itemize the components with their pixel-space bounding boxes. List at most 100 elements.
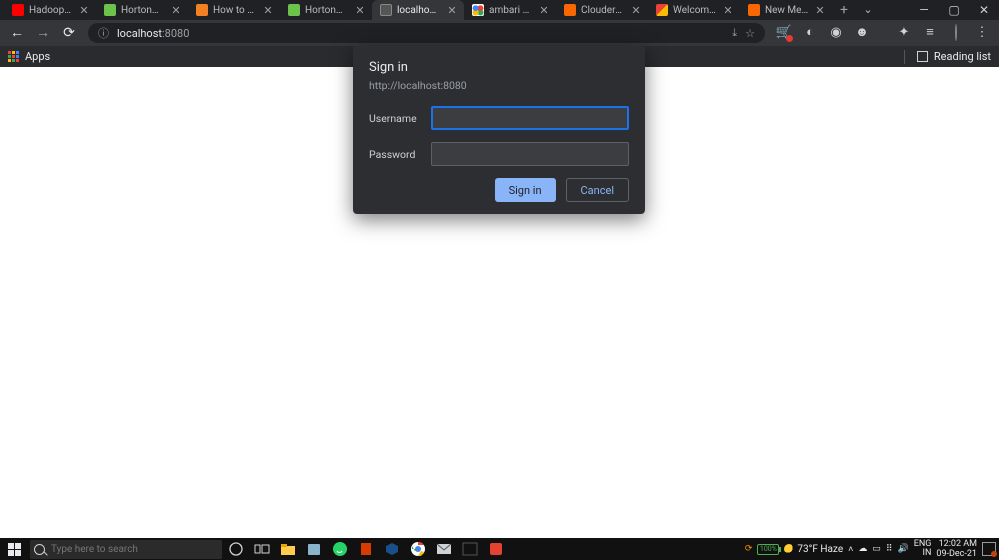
windows-taskbar: ⟳ 100% 73°F Haze ˄ ☁ ▭ ⠿ 🔊 ENG IN 12:02 …	[0, 538, 999, 560]
taskbar-app-office[interactable]	[354, 540, 378, 558]
chrome-menu-button[interactable]: ⋮	[971, 22, 993, 44]
tab-close-button[interactable]: ✕	[538, 4, 550, 17]
browser-tab[interactable]: How to kill a process ✕	[188, 0, 280, 20]
tab-title: How to kill a process	[213, 5, 257, 16]
tab-close-button[interactable]: ✕	[170, 4, 182, 17]
tray-updates-icon[interactable]: ⟳	[745, 544, 753, 554]
tray-wifi-icon[interactable]: ⠿	[886, 544, 893, 554]
username-input[interactable]	[431, 106, 629, 130]
tab-favicon-icon	[104, 4, 116, 16]
browser-tab[interactable]: Hortonworks ✕	[280, 0, 372, 20]
install-app-icon[interactable]: ⤓	[732, 26, 737, 40]
http-auth-dialog: Sign in http://localhost:8080 Username P…	[353, 46, 645, 214]
tabs-overflow-chevron-icon[interactable]: ⌄	[856, 0, 880, 20]
browser-tab[interactable]: New Message ✕	[740, 0, 832, 20]
tab-close-button[interactable]: ✕	[78, 4, 90, 17]
tray-clock-date[interactable]: 09-Dec-21	[936, 549, 977, 559]
dialog-origin: http://localhost:8080	[369, 79, 629, 92]
tab-close-button[interactable]: ✕	[262, 4, 274, 17]
weather-icon	[784, 544, 794, 554]
browser-tab[interactable]: Welcome to Cloudera ✕	[648, 0, 740, 20]
search-icon	[34, 544, 45, 555]
site-info-icon[interactable]: ⓘ	[98, 25, 109, 41]
forward-button[interactable]: →	[32, 22, 54, 44]
reload-button[interactable]: ⟳	[58, 22, 80, 44]
browser-tab[interactable]: localhost:8080 ✕	[372, 0, 464, 20]
extension-shield-icon[interactable]: ◐	[799, 22, 821, 44]
weather-widget[interactable]: 73°F Haze	[784, 544, 843, 555]
browser-tab[interactable]: Hortonworks✕	[96, 0, 188, 20]
reading-list-button[interactable]: Reading list	[934, 50, 991, 63]
windows-logo-icon	[8, 543, 21, 556]
separator	[904, 50, 905, 64]
start-button[interactable]	[2, 540, 26, 558]
tab-title: New Message	[765, 5, 809, 16]
tab-favicon-icon	[196, 4, 208, 16]
signin-button[interactable]: Sign in	[495, 178, 556, 202]
address-bar[interactable]: ⓘ localhost:8080 ⤓ ☆	[88, 23, 765, 43]
tray-volume-icon[interactable]: 🔊	[898, 544, 909, 554]
tab-favicon-icon	[564, 4, 576, 16]
tray-onedrive-icon[interactable]: ☁	[858, 544, 867, 554]
browser-tab[interactable]: Cloudera Registration ✕	[556, 0, 648, 20]
tab-close-button[interactable]: ✕	[722, 4, 734, 17]
window-minimize-button[interactable]: —	[909, 0, 939, 20]
taskbar-app-terminal[interactable]	[458, 540, 482, 558]
reading-list-shortcut-icon[interactable]: ≡	[919, 22, 941, 44]
profile-avatar[interactable]	[945, 22, 967, 44]
tab-close-button[interactable]: ✕	[630, 4, 642, 17]
password-input[interactable]	[431, 142, 629, 166]
taskbar-search-input[interactable]	[51, 544, 216, 555]
taskbar-app-store[interactable]	[302, 540, 326, 558]
cancel-button[interactable]: Cancel	[566, 178, 629, 202]
apps-shortcut[interactable]: Apps	[8, 50, 50, 63]
extension-shopping-icon[interactable]: 🛒	[773, 22, 795, 44]
username-label: Username	[369, 112, 421, 125]
extension-circle-icon[interactable]: ◉	[825, 22, 847, 44]
taskbar-app-explorer[interactable]	[276, 540, 300, 558]
action-center-button[interactable]	[982, 542, 996, 556]
bookmark-star-icon[interactable]: ☆	[745, 27, 755, 40]
taskbar-search[interactable]	[30, 540, 222, 559]
tab-title: ambari GUI not	[489, 5, 533, 16]
toolbar: ← → ⟳ ⓘ localhost:8080 ⤓ ☆ 🛒 ◐ ◉ ☻ ✦ ≡ ⋮	[0, 20, 999, 46]
window-maximize-button[interactable]: ▢	[939, 0, 969, 20]
back-button[interactable]: ←	[6, 22, 28, 44]
tray-clock-time[interactable]: 12:02 AM	[939, 539, 977, 549]
reading-list-icon	[917, 51, 928, 62]
cortana-button[interactable]	[224, 540, 248, 558]
browser-tab[interactable]: ambari GUI not ✕	[464, 0, 556, 20]
tab-favicon-icon	[288, 4, 300, 16]
tray-chevron-icon[interactable]: ˄	[848, 544, 853, 555]
tab-title: localhost:8080	[397, 5, 441, 16]
tab-close-button[interactable]: ✕	[446, 4, 458, 17]
system-tray: ⟳ 100% 73°F Haze ˄ ☁ ▭ ⠿ 🔊 ENG IN 12:02 …	[745, 538, 997, 560]
tab-close-button[interactable]: ✕	[354, 4, 366, 17]
tab-favicon-icon	[12, 4, 24, 16]
window-close-button[interactable]: ✕	[969, 0, 999, 20]
tab-favicon-icon	[380, 4, 392, 16]
tab-title: Welcome to Cloudera	[673, 5, 717, 16]
taskbar-app-vbox[interactable]	[380, 540, 404, 558]
extensions-puzzle-icon[interactable]: ✦	[893, 22, 915, 44]
password-label: Password	[369, 148, 421, 161]
tab-title: Hortonworks	[305, 5, 349, 16]
new-tab-button[interactable]: +	[832, 0, 856, 20]
battery-status[interactable]: 100%	[757, 544, 779, 555]
tab-title: Hadoop Sandbox	[29, 5, 73, 16]
input-language-secondary[interactable]: IN	[923, 548, 932, 558]
tab-favicon-icon	[472, 4, 484, 16]
extension-face-icon[interactable]: ☻	[851, 22, 873, 44]
taskbar-app-chrome[interactable]	[406, 540, 430, 558]
tab-favicon-icon	[656, 4, 668, 16]
tray-battery-icon[interactable]: ▭	[872, 544, 881, 554]
tab-close-button[interactable]: ✕	[814, 4, 826, 17]
window-controls: — ▢ ✕	[909, 0, 999, 20]
taskbar-app-todoist[interactable]	[484, 540, 508, 558]
browser-tab[interactable]: Hadoop Sandbox ✕	[4, 0, 96, 20]
weather-text: 73°F Haze	[797, 544, 843, 555]
task-view-button[interactable]	[250, 540, 274, 558]
taskbar-app-whatsapp[interactable]	[328, 540, 352, 558]
taskbar-app-mail[interactable]	[432, 540, 456, 558]
tab-title: Cloudera Registration	[581, 5, 625, 16]
